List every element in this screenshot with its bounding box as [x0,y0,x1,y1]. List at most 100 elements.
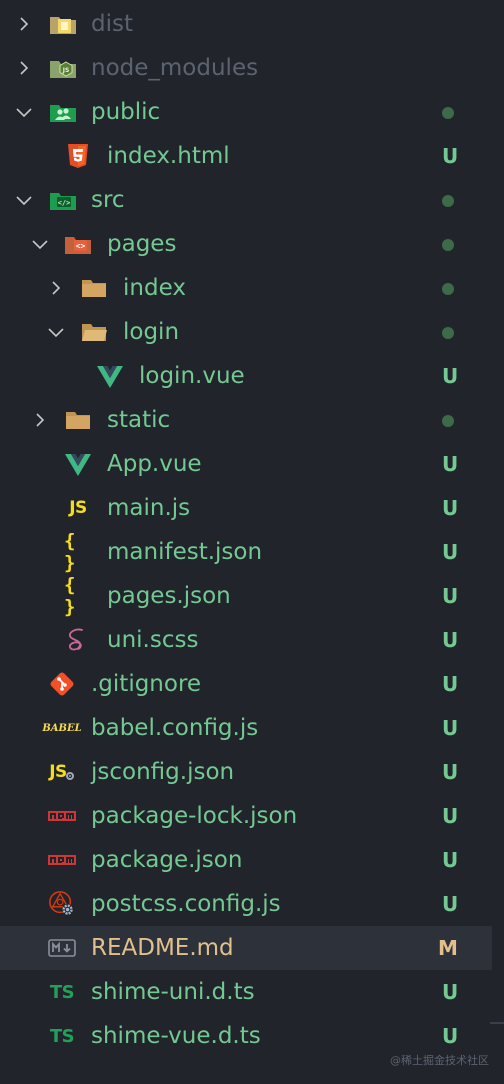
tree-item-label: package.json [91,847,243,873]
tree-item-src[interactable]: </> src [0,178,492,222]
status-dot [442,239,454,251]
tree-item-label: package-lock.json [91,803,298,829]
folder-icon [64,407,92,433]
typescript-icon: TS [49,1025,75,1047]
tree-item-login-vue[interactable]: login.vue U [0,354,492,398]
folder-pages-icon: <> [64,231,92,257]
status-badge: U [442,716,459,740]
tree-item-uni-scss[interactable]: uni.scss U [0,618,492,662]
tree-item-login-folder[interactable]: login [0,310,492,354]
tree-item-label: dist [91,11,133,37]
tree-item-app-vue[interactable]: App.vue U [0,442,492,486]
svg-text:<>: <> [76,242,86,251]
chevron-down-icon[interactable] [30,234,50,254]
tree-item-label: babel.config.js [91,715,259,741]
javascript-icon: JS [69,498,87,518]
tree-item-label: manifest.json [107,539,263,565]
tree-item-label: node_modules [91,55,259,81]
status-badge: U [442,144,459,168]
tree-item-label: main.js [107,495,191,521]
tree-item-label: postcss.config.js [91,891,281,917]
tree-item-readme[interactable]: README.md M [0,926,492,970]
status-dot [442,327,454,339]
svg-text:JS: JS [62,67,70,74]
chevron-right-icon[interactable] [46,278,66,298]
tree-item-public[interactable]: public [0,90,492,134]
tree-item-jsconfig[interactable]: JS jsconfig.json U [0,750,492,794]
tree-item-label: index [123,275,186,301]
status-dot [442,107,454,119]
tree-item-gitignore[interactable]: .gitignore U [0,662,492,706]
svg-text:</>: </> [58,199,71,207]
html5-icon [64,143,92,169]
tree-item-main-js[interactable]: JS main.js U [0,486,492,530]
watermark: @稀土掘金技术社区 [390,1054,489,1067]
status-badge: U [442,804,459,828]
tree-item-index-folder[interactable]: index [0,266,492,310]
git-icon [48,671,76,697]
status-dot [442,195,454,207]
tree-item-label: index.html [107,143,230,169]
tree-item-pages-json[interactable]: { } pages.json U [0,574,492,618]
folder-node-icon: JS [49,55,77,81]
tree-item-label: login.vue [139,363,245,389]
vue-icon [64,451,92,477]
json-braces-icon: { } [64,574,78,618]
tree-item-pages[interactable]: <> pages [0,222,492,266]
status-dot [442,415,454,427]
status-badge: U [442,1024,459,1048]
tree-item-label: App.vue [107,451,202,477]
tree-item-babel-config[interactable]: BABEL babel.config.js U [0,706,492,750]
tree-item-label: shime-vue.d.ts [91,1023,261,1049]
chevron-down-icon[interactable] [14,190,34,210]
tree-item-label: pages [107,231,177,257]
status-badge: U [442,584,459,608]
babel-icon: BABEL [42,722,82,734]
vue-icon [96,363,124,389]
status-dot [442,283,454,295]
tree-item-label: src [91,187,125,213]
jsconfig-icon: JS [48,759,76,785]
tree-item-manifest-json[interactable]: { } manifest.json U [0,530,492,574]
folder-public-icon [49,99,77,125]
file-explorer-tree: dist JS node_modules public index.html U [0,2,504,1058]
tree-item-index-html[interactable]: index.html U [0,134,492,178]
chevron-right-icon[interactable] [14,14,34,34]
status-badge: U [442,364,459,388]
typescript-icon: TS [49,981,75,1003]
tree-item-shime-uni[interactable]: TS shime-uni.d.ts U [0,970,492,1014]
tree-item-package-json[interactable]: package.json U [0,838,492,882]
folder-dist-icon [49,11,77,37]
sass-icon [64,627,92,653]
status-badge: M [438,936,458,960]
tree-item-label: uni.scss [107,627,199,653]
tree-item-label: shime-uni.d.ts [91,979,255,1005]
tree-item-dist[interactable]: dist [0,2,492,46]
chevron-down-icon[interactable] [14,102,34,122]
status-badge: U [442,628,459,652]
tree-item-label: login [123,319,180,345]
npm-icon [48,847,76,873]
tree-item-package-lock[interactable]: package-lock.json U [0,794,492,838]
chevron-right-icon[interactable] [14,58,34,78]
tree-item-label: jsconfig.json [91,759,235,785]
scrollbar-marker[interactable] [490,1022,504,1024]
folder-open-icon [80,319,108,345]
tree-item-label: README.md [91,935,234,961]
chevron-down-icon[interactable] [46,322,66,342]
status-badge: U [442,452,459,476]
tree-item-static[interactable]: static [0,398,492,442]
folder-src-icon: </> [49,187,77,213]
tree-item-label: pages.json [107,583,231,609]
chevron-right-icon[interactable] [30,410,50,430]
postcss-icon [48,891,76,917]
tree-item-postcss-config[interactable]: postcss.config.js U [0,882,492,926]
json-braces-icon: { } [64,530,78,574]
markdown-icon [48,935,76,961]
status-badge: U [442,980,459,1004]
tree-item-node-modules[interactable]: JS node_modules [0,46,492,90]
tree-item-label: public [91,99,161,125]
status-badge: U [442,848,459,872]
status-badge: U [442,760,459,784]
status-badge: U [442,892,459,916]
